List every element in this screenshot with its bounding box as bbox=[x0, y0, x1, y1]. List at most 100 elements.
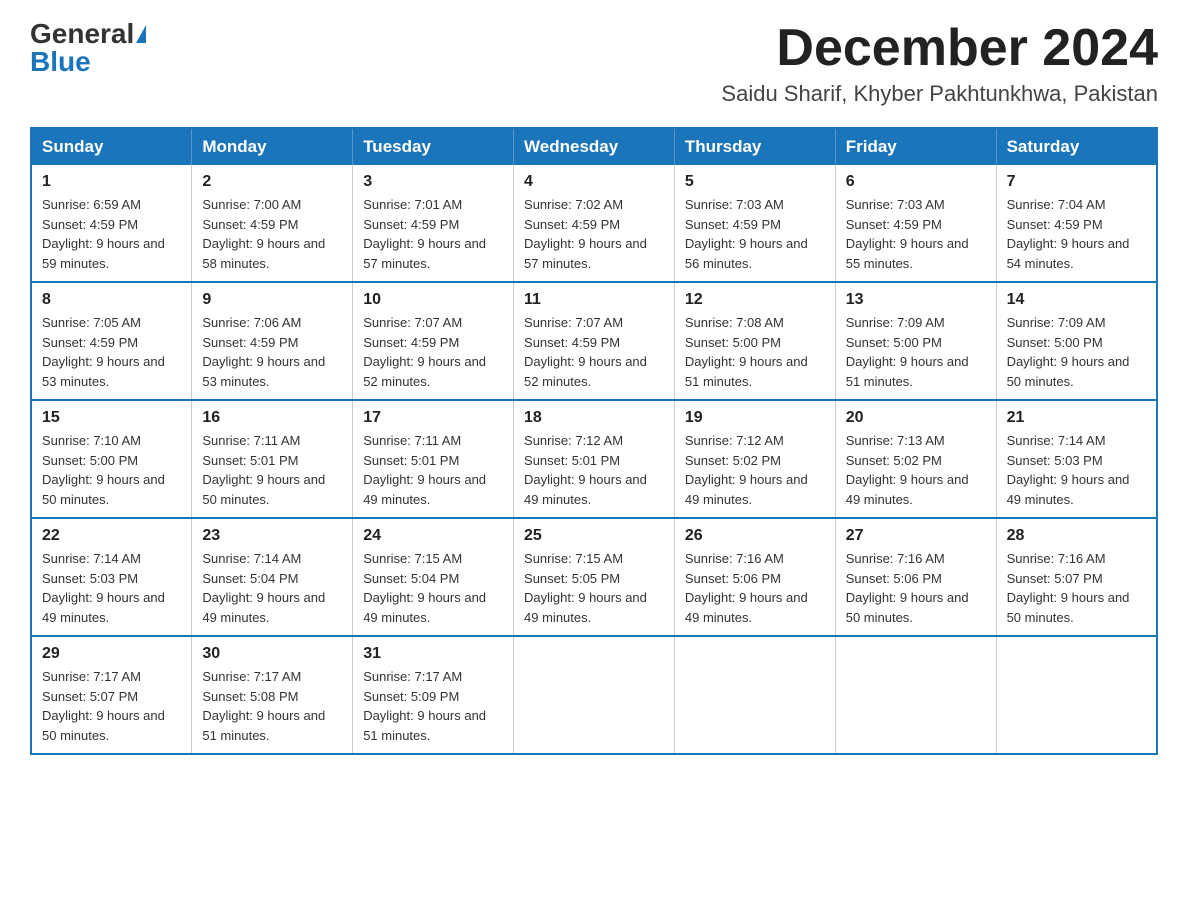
day-number: 4 bbox=[524, 173, 664, 191]
day-info: Sunrise: 7:12 AMSunset: 5:01 PMDaylight:… bbox=[524, 431, 664, 509]
calendar-day-cell: 2 Sunrise: 7:00 AMSunset: 4:59 PMDaylight… bbox=[192, 165, 353, 282]
day-info: Sunrise: 7:17 AMSunset: 5:07 PMDaylight:… bbox=[42, 667, 181, 745]
day-info: Sunrise: 7:08 AMSunset: 5:00 PMDaylight:… bbox=[685, 313, 825, 391]
calendar-day-cell: 17Sunrise: 7:11 AMSunset: 5:01 PMDayligh… bbox=[353, 400, 514, 518]
day-info: Sunrise: 7:02 AMSunset: 4:59 PMDaylight:… bbox=[524, 195, 664, 273]
day-number: 12 bbox=[685, 291, 825, 309]
calendar-day-cell: 19 Sunrise: 7:12 AMSunset: 5:02 PMDayligh… bbox=[674, 400, 835, 518]
weekday-header-row: SundayMondayTuesdayWednesdayThursdayFrid… bbox=[31, 128, 1157, 165]
calendar-day-cell: 4 Sunrise: 7:02 AMSunset: 4:59 PMDaylight… bbox=[514, 165, 675, 282]
day-info: Sunrise: 7:09 AMSunset: 5:00 PMDaylight:… bbox=[1007, 313, 1146, 391]
day-info: Sunrise: 7:14 AMSunset: 5:03 PMDaylight:… bbox=[1007, 431, 1146, 509]
day-number: 22 bbox=[42, 527, 181, 545]
day-number: 17 bbox=[363, 409, 503, 427]
day-info: Sunrise: 7:14 AMSunset: 5:03 PMDaylight:… bbox=[42, 549, 181, 627]
day-info: Sunrise: 7:01 AMSunset: 4:59 PMDaylight:… bbox=[363, 195, 503, 273]
day-number: 30 bbox=[202, 645, 342, 663]
calendar-day-cell: 3 Sunrise: 7:01 AMSunset: 4:59 PMDaylight… bbox=[353, 165, 514, 282]
day-number: 18 bbox=[524, 409, 664, 427]
day-number: 29 bbox=[42, 645, 181, 663]
calendar-day-cell: 20Sunrise: 7:13 AMSunset: 5:02 PMDayligh… bbox=[835, 400, 996, 518]
day-info: Sunrise: 7:04 AMSunset: 4:59 PMDaylight:… bbox=[1007, 195, 1146, 273]
logo-triangle-icon bbox=[136, 25, 146, 43]
day-number: 6 bbox=[846, 173, 986, 191]
calendar-week-row: 29 Sunrise: 7:17 AMSunset: 5:07 PMDayligh… bbox=[31, 636, 1157, 754]
day-info: Sunrise: 7:15 AMSunset: 5:05 PMDaylight:… bbox=[524, 549, 664, 627]
calendar-day-cell bbox=[996, 636, 1157, 754]
day-number: 28 bbox=[1007, 527, 1146, 545]
calendar-day-cell: 5 Sunrise: 7:03 AMSunset: 4:59 PMDaylight… bbox=[674, 165, 835, 282]
day-info: Sunrise: 7:14 AMSunset: 5:04 PMDaylight:… bbox=[202, 549, 342, 627]
calendar-week-row: 8 Sunrise: 7:05 AMSunset: 4:59 PMDaylight… bbox=[31, 282, 1157, 400]
calendar-week-row: 1 Sunrise: 6:59 AMSunset: 4:59 PMDaylight… bbox=[31, 165, 1157, 282]
calendar-day-cell bbox=[674, 636, 835, 754]
day-number: 19 bbox=[685, 409, 825, 427]
calendar-day-cell: 24 Sunrise: 7:15 AMSunset: 5:04 PMDayligh… bbox=[353, 518, 514, 636]
calendar-week-row: 15 Sunrise: 7:10 AMSunset: 5:00 PMDayligh… bbox=[31, 400, 1157, 518]
calendar-day-cell: 30 Sunrise: 7:17 AMSunset: 5:08 PMDayligh… bbox=[192, 636, 353, 754]
calendar-day-cell: 12 Sunrise: 7:08 AMSunset: 5:00 PMDayligh… bbox=[674, 282, 835, 400]
weekday-header-wednesday: Wednesday bbox=[514, 128, 675, 165]
calendar-day-cell: 25 Sunrise: 7:15 AMSunset: 5:05 PMDayligh… bbox=[514, 518, 675, 636]
calendar-week-row: 22 Sunrise: 7:14 AMSunset: 5:03 PMDayligh… bbox=[31, 518, 1157, 636]
day-info: Sunrise: 7:16 AMSunset: 5:06 PMDaylight:… bbox=[685, 549, 825, 627]
day-number: 2 bbox=[202, 173, 342, 191]
calendar-day-cell: 28 Sunrise: 7:16 AMSunset: 5:07 PMDayligh… bbox=[996, 518, 1157, 636]
day-info: Sunrise: 7:10 AMSunset: 5:00 PMDaylight:… bbox=[42, 431, 181, 509]
calendar-day-cell: 8 Sunrise: 7:05 AMSunset: 4:59 PMDaylight… bbox=[31, 282, 192, 400]
day-number: 1 bbox=[42, 173, 181, 191]
day-number: 14 bbox=[1007, 291, 1146, 309]
weekday-header-monday: Monday bbox=[192, 128, 353, 165]
day-info: Sunrise: 7:03 AMSunset: 4:59 PMDaylight:… bbox=[846, 195, 986, 273]
logo-blue-text: Blue bbox=[30, 48, 91, 76]
location-subtitle: Saidu Sharif, Khyber Pakhtunkhwa, Pakist… bbox=[721, 81, 1158, 107]
calendar-day-cell: 16 Sunrise: 7:11 AMSunset: 5:01 PMDayligh… bbox=[192, 400, 353, 518]
calendar-day-cell: 31Sunrise: 7:17 AMSunset: 5:09 PMDayligh… bbox=[353, 636, 514, 754]
calendar-day-cell: 26Sunrise: 7:16 AMSunset: 5:06 PMDayligh… bbox=[674, 518, 835, 636]
day-info: Sunrise: 7:13 AMSunset: 5:02 PMDaylight:… bbox=[846, 431, 986, 509]
day-info: Sunrise: 7:00 AMSunset: 4:59 PMDaylight:… bbox=[202, 195, 342, 273]
day-info: Sunrise: 7:11 AMSunset: 5:01 PMDaylight:… bbox=[202, 431, 342, 509]
calendar-day-cell: 13Sunrise: 7:09 AMSunset: 5:00 PMDayligh… bbox=[835, 282, 996, 400]
day-info: Sunrise: 7:16 AMSunset: 5:07 PMDaylight:… bbox=[1007, 549, 1146, 627]
day-info: Sunrise: 7:06 AMSunset: 4:59 PMDaylight:… bbox=[202, 313, 342, 391]
day-number: 21 bbox=[1007, 409, 1146, 427]
logo-general-text: General bbox=[30, 20, 134, 48]
calendar-day-cell: 18 Sunrise: 7:12 AMSunset: 5:01 PMDayligh… bbox=[514, 400, 675, 518]
day-number: 25 bbox=[524, 527, 664, 545]
day-number: 7 bbox=[1007, 173, 1146, 191]
day-number: 13 bbox=[846, 291, 986, 309]
day-info: Sunrise: 7:12 AMSunset: 5:02 PMDaylight:… bbox=[685, 431, 825, 509]
page-header: General Blue December 2024 Saidu Sharif,… bbox=[30, 20, 1158, 107]
month-year-title: December 2024 bbox=[721, 20, 1158, 77]
calendar-day-cell: 1 Sunrise: 6:59 AMSunset: 4:59 PMDaylight… bbox=[31, 165, 192, 282]
weekday-header-saturday: Saturday bbox=[996, 128, 1157, 165]
day-number: 3 bbox=[363, 173, 503, 191]
calendar-day-cell: 27Sunrise: 7:16 AMSunset: 5:06 PMDayligh… bbox=[835, 518, 996, 636]
day-info: Sunrise: 6:59 AMSunset: 4:59 PMDaylight:… bbox=[42, 195, 181, 273]
weekday-header-tuesday: Tuesday bbox=[353, 128, 514, 165]
day-number: 9 bbox=[202, 291, 342, 309]
calendar-day-cell bbox=[835, 636, 996, 754]
day-number: 16 bbox=[202, 409, 342, 427]
calendar-day-cell: 14 Sunrise: 7:09 AMSunset: 5:00 PMDayligh… bbox=[996, 282, 1157, 400]
day-info: Sunrise: 7:16 AMSunset: 5:06 PMDaylight:… bbox=[846, 549, 986, 627]
day-number: 15 bbox=[42, 409, 181, 427]
calendar-day-cell: 6 Sunrise: 7:03 AMSunset: 4:59 PMDaylight… bbox=[835, 165, 996, 282]
day-number: 11 bbox=[524, 291, 664, 309]
day-info: Sunrise: 7:17 AMSunset: 5:08 PMDaylight:… bbox=[202, 667, 342, 745]
calendar-table: SundayMondayTuesdayWednesdayThursdayFrid… bbox=[30, 127, 1158, 755]
logo: General Blue bbox=[30, 20, 146, 76]
day-number: 31 bbox=[363, 645, 503, 663]
day-number: 10 bbox=[363, 291, 503, 309]
calendar-day-cell: 15 Sunrise: 7:10 AMSunset: 5:00 PMDayligh… bbox=[31, 400, 192, 518]
day-number: 5 bbox=[685, 173, 825, 191]
day-info: Sunrise: 7:03 AMSunset: 4:59 PMDaylight:… bbox=[685, 195, 825, 273]
day-number: 8 bbox=[42, 291, 181, 309]
day-number: 24 bbox=[363, 527, 503, 545]
weekday-header-sunday: Sunday bbox=[31, 128, 192, 165]
day-info: Sunrise: 7:15 AMSunset: 5:04 PMDaylight:… bbox=[363, 549, 503, 627]
day-info: Sunrise: 7:05 AMSunset: 4:59 PMDaylight:… bbox=[42, 313, 181, 391]
day-info: Sunrise: 7:07 AMSunset: 4:59 PMDaylight:… bbox=[363, 313, 503, 391]
calendar-day-cell: 9 Sunrise: 7:06 AMSunset: 4:59 PMDaylight… bbox=[192, 282, 353, 400]
